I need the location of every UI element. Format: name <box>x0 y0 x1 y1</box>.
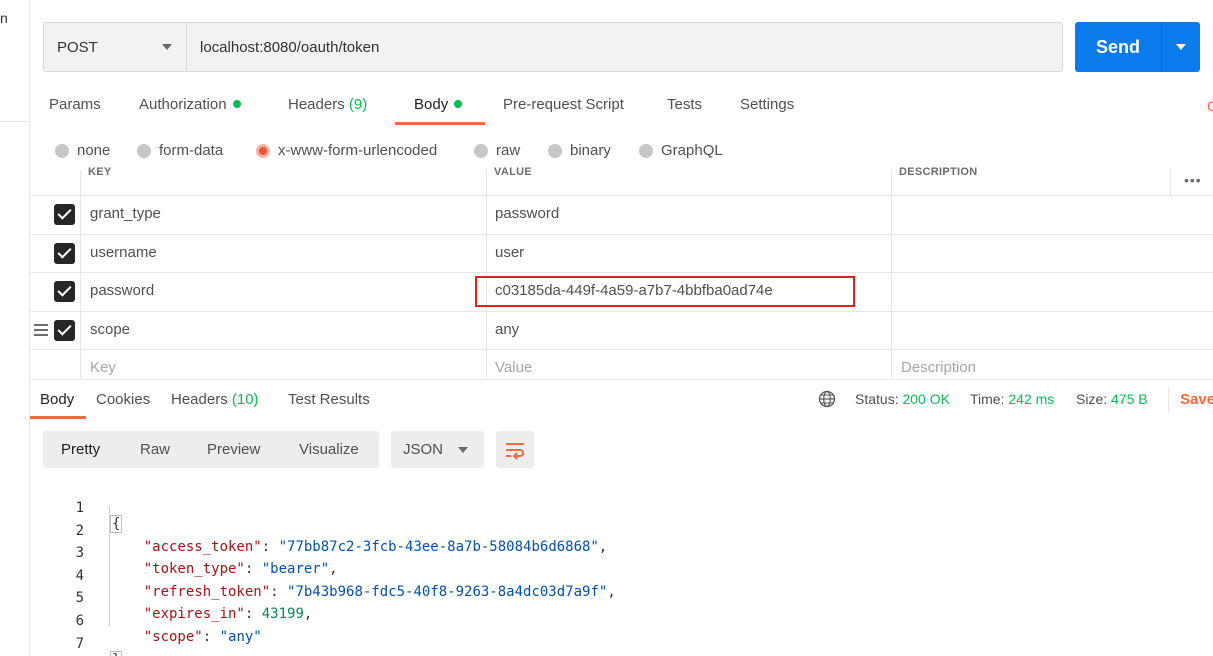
param-value[interactable]: password <box>495 205 559 222</box>
response-tabs: Body Cookies Headers (10) Test Results S… <box>30 379 1213 419</box>
param-value[interactable]: any <box>495 321 519 338</box>
radio-icon <box>55 143 69 158</box>
radio-form-data[interactable]: form-data <box>137 142 223 159</box>
save-response-button[interactable]: Save <box>1180 391 1213 408</box>
radio-x-www-form-urlencoded[interactable]: x-www-form-urlencoded <box>256 142 437 159</box>
param-key[interactable]: password <box>90 282 154 299</box>
view-mode-preview[interactable]: Preview <box>207 441 260 458</box>
sidebar-fragment-text: n <box>0 10 8 26</box>
globe-icon[interactable] <box>818 390 836 408</box>
tab-settings[interactable]: Settings <box>740 96 794 113</box>
time-value: 242 ms <box>1008 391 1055 407</box>
response-headers-count: (10) <box>231 391 259 408</box>
code-line: 5 "expires_in": 43199, <box>30 574 1213 622</box>
url-input[interactable] <box>187 23 1062 71</box>
radio-icon <box>639 143 653 158</box>
size-value: 475 B <box>1111 391 1148 407</box>
cookies-link-edge[interactable]: C <box>1207 98 1213 114</box>
status-dot-icon <box>454 100 463 109</box>
response-tab-test-results[interactable]: Test Results <box>288 391 370 408</box>
radio-icon <box>474 143 488 158</box>
chevron-down-icon <box>162 44 172 50</box>
chevron-down-icon <box>458 446 468 453</box>
view-mode-pretty[interactable]: Pretty <box>61 441 100 458</box>
drag-handle-icon[interactable] <box>34 324 48 336</box>
checkbox-checked-icon[interactable] <box>54 281 75 302</box>
status-dot-icon <box>232 100 241 109</box>
send-group: Send <box>1075 22 1200 72</box>
status-readout: Status: 200 OK <box>855 391 950 407</box>
sidebar-divider <box>0 121 30 122</box>
toolbar-divider <box>1168 388 1169 412</box>
code-line: 4 "refresh_token": "7b43b968-fdc5-40f8-9… <box>30 552 1213 600</box>
table-row: username user <box>30 234 1213 273</box>
request-tabs: Params Authorization Headers (9) Body Pr… <box>30 86 1213 126</box>
more-horizontal-icon[interactable]: ••• <box>1184 172 1202 188</box>
format-value: JSON <box>403 441 444 458</box>
request-bar: POST <box>43 22 1063 72</box>
table-row: grant_type password <box>30 195 1213 234</box>
radio-icon <box>548 143 562 158</box>
new-value-input[interactable]: Value <box>495 359 532 376</box>
code-line: 3 "token_type": "bearer", <box>30 529 1213 577</box>
tab-authorization[interactable]: Authorization <box>139 96 241 113</box>
method-value: POST <box>57 38 98 56</box>
time-readout: Time: 242 ms <box>970 391 1055 407</box>
response-body-viewer[interactable]: 1 { 2 "access_token": "77bb87c2-3fcb-43e… <box>30 480 1213 656</box>
param-key[interactable]: grant_type <box>90 205 161 222</box>
code-line: 7 } <box>30 620 1213 656</box>
radio-none[interactable]: none <box>55 142 110 159</box>
response-tab-body[interactable]: Body <box>40 391 74 408</box>
response-tab-cookies[interactable]: Cookies <box>96 391 150 408</box>
params-table: KEY VALUE DESCRIPTION ••• grant_type pas… <box>30 166 1213 378</box>
radio-raw[interactable]: raw <box>474 142 520 159</box>
tab-pre-request-script[interactable]: Pre-request Script <box>503 96 624 113</box>
param-key[interactable]: username <box>90 244 157 261</box>
code-line: 2 "access_token": "77bb87c2-3fcb-43ee-8a… <box>30 507 1213 555</box>
param-value[interactable]: user <box>495 244 524 261</box>
method-select[interactable]: POST <box>44 23 187 71</box>
new-key-input[interactable]: Key <box>90 359 116 376</box>
brace-close: } <box>110 650 123 656</box>
radio-icon <box>137 143 151 158</box>
table-row: scope any <box>30 311 1213 350</box>
checkbox-checked-icon[interactable] <box>54 204 75 225</box>
code-line: 1 { <box>30 484 1213 533</box>
radio-selected-icon <box>256 143 270 158</box>
format-select[interactable]: JSON <box>391 431 484 468</box>
wrap-lines-icon <box>506 442 524 460</box>
checkbox-checked-icon[interactable] <box>54 320 75 341</box>
tab-params[interactable]: Params <box>49 96 101 113</box>
view-mode-visualize[interactable]: Visualize <box>299 441 359 458</box>
headers-count: (9) <box>348 96 368 113</box>
annotation-highlight-box <box>475 276 855 307</box>
send-button[interactable]: Send <box>1075 22 1162 72</box>
response-tab-headers[interactable]: Headers (10) <box>171 391 259 408</box>
active-tab-indicator <box>395 122 485 125</box>
status-value: 200 OK <box>902 391 950 407</box>
view-mode-segmented-control: Pretty Raw Preview Visualize <box>43 431 379 468</box>
code-line: 6 "scope": "any" <box>30 597 1213 645</box>
column-divider <box>1170 170 1171 195</box>
send-options-button[interactable] <box>1162 22 1200 72</box>
active-tab-indicator <box>30 416 86 419</box>
tab-headers[interactable]: Headers (9) <box>288 96 367 113</box>
line-number: 7 <box>75 635 84 652</box>
tab-body[interactable]: Body <box>414 96 463 113</box>
view-mode-raw[interactable]: Raw <box>140 441 170 458</box>
size-readout: Size: 475 B <box>1076 391 1148 407</box>
radio-graphql[interactable]: GraphQL <box>639 142 723 159</box>
tab-tests[interactable]: Tests <box>667 96 702 113</box>
left-sidebar-edge: n <box>0 0 30 656</box>
chevron-down-icon <box>1176 44 1186 50</box>
param-key[interactable]: scope <box>90 321 130 338</box>
checkbox-checked-icon[interactable] <box>54 243 75 264</box>
wrap-lines-button[interactable] <box>496 431 534 468</box>
radio-binary[interactable]: binary <box>548 142 611 159</box>
new-description-input[interactable]: Description <box>901 359 976 376</box>
